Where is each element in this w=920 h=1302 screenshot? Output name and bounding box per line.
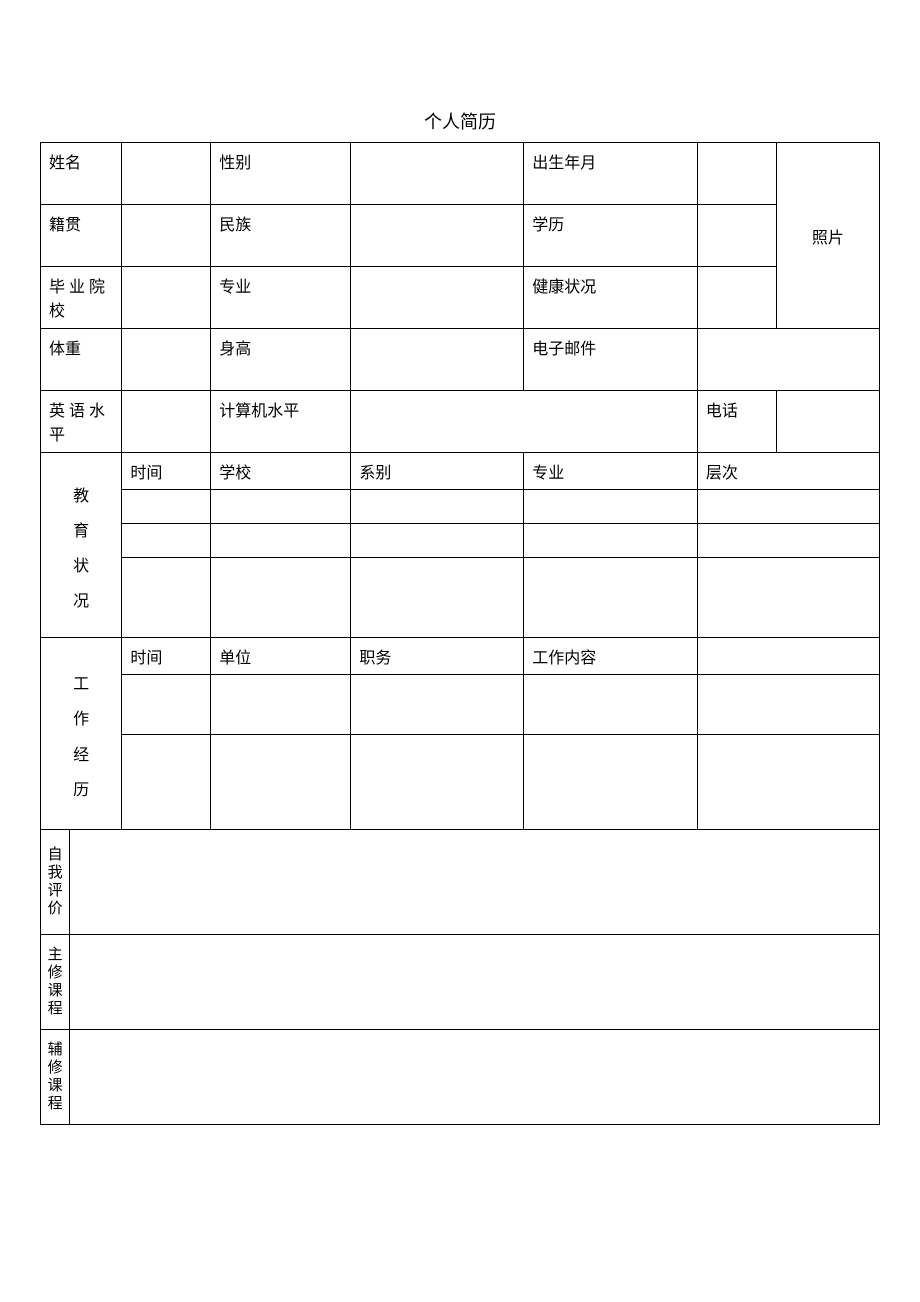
value-health (697, 267, 776, 329)
value-main-courses (70, 935, 880, 1030)
label-computer-level: 计算机水平 (211, 391, 351, 453)
value-self-eval (70, 830, 880, 935)
value-grad-school (122, 267, 211, 329)
work-header-blank (697, 638, 879, 675)
edu-row-1-department (351, 490, 524, 524)
edu-row-2-major (524, 524, 698, 558)
edu-header-time: 时间 (122, 453, 211, 490)
section-work-char3: 经 (73, 747, 89, 764)
label-weight: 体重 (41, 329, 122, 391)
work-row-1-position (351, 675, 524, 735)
section-education-char3: 状 (73, 558, 89, 575)
section-work-char4: 历 (73, 782, 89, 799)
main-courses-l1: 主修 (48, 947, 63, 981)
photo-cell: 照片 (776, 143, 879, 329)
edu-row-2-school (211, 524, 351, 558)
page-title: 个人简历 (40, 108, 880, 134)
section-work-char1: 工 (73, 676, 89, 693)
edu-row-1-major (524, 490, 698, 524)
main-courses-l2: 课程 (48, 983, 63, 1017)
label-native-place: 籍贯 (41, 205, 122, 267)
work-row-2-content (524, 735, 698, 830)
work-row-1-unit (211, 675, 351, 735)
edu-row-3-school (211, 558, 351, 638)
edu-header-school: 学校 (211, 453, 351, 490)
resume-table: 姓名 性别 出生年月 照片 籍贯 民族 学历 毕 业 院校 专业 健康状况 体重… (40, 142, 880, 1125)
work-row-2-blank (697, 735, 879, 830)
edu-row-3-time (122, 558, 211, 638)
label-grad-school: 毕 业 院校 (41, 267, 122, 329)
label-major: 专业 (211, 267, 351, 329)
label-english-level: 英 语 水平 (41, 391, 122, 453)
work-row-2-unit (211, 735, 351, 830)
value-height (351, 329, 524, 391)
value-computer-level (351, 391, 697, 453)
edu-row-2-level (697, 524, 879, 558)
label-ethnicity: 民族 (211, 205, 351, 267)
edu-row-2-time (122, 524, 211, 558)
label-birth: 出生年月 (524, 143, 698, 205)
section-education-char1: 教 (73, 488, 89, 505)
value-weight (122, 329, 211, 391)
edu-header-department: 系别 (351, 453, 524, 490)
edu-row-1-level (697, 490, 879, 524)
edu-row-3-department (351, 558, 524, 638)
work-header-time: 时间 (122, 638, 211, 675)
section-main-courses: 主修 课程 (41, 935, 70, 1030)
value-gender (351, 143, 524, 205)
edu-header-level: 层次 (697, 453, 879, 490)
value-major (351, 267, 524, 329)
work-row-1-time (122, 675, 211, 735)
value-name (122, 143, 211, 205)
label-gender: 性别 (211, 143, 351, 205)
edu-row-2-department (351, 524, 524, 558)
work-row-1-blank (697, 675, 879, 735)
label-phone: 电话 (697, 391, 776, 453)
value-minor-courses (70, 1030, 880, 1125)
label-education-level: 学历 (524, 205, 698, 267)
edu-row-1-time (122, 490, 211, 524)
self-eval-c1: 自 (48, 847, 63, 863)
edu-row-1-school (211, 490, 351, 524)
self-eval-c3: 评 (48, 883, 63, 899)
section-work: 工 作 经 历 (41, 638, 122, 830)
label-health: 健康状况 (524, 267, 698, 329)
edu-row-3-level (697, 558, 879, 638)
section-work-char2: 作 (73, 711, 89, 728)
work-row-2-position (351, 735, 524, 830)
self-eval-c2: 我 (48, 865, 63, 881)
edu-header-major: 专业 (524, 453, 698, 490)
value-native-place (122, 205, 211, 267)
work-header-position: 职务 (351, 638, 524, 675)
value-english-level (122, 391, 211, 453)
work-header-unit: 单位 (211, 638, 351, 675)
work-row-2-time (122, 735, 211, 830)
minor-courses-l1: 辅修 (48, 1042, 63, 1076)
work-header-content: 工作内容 (524, 638, 698, 675)
value-birth (697, 143, 776, 205)
label-height: 身高 (211, 329, 351, 391)
section-education: 教 育 状 况 (41, 453, 122, 638)
value-email (697, 329, 879, 391)
edu-row-3-major (524, 558, 698, 638)
work-row-1-content (524, 675, 698, 735)
value-phone (776, 391, 879, 453)
section-education-char4: 况 (73, 593, 89, 610)
section-minor-courses: 辅修 课程 (41, 1030, 70, 1125)
self-eval-c4: 价 (48, 901, 63, 917)
label-name: 姓名 (41, 143, 122, 205)
value-ethnicity (351, 205, 524, 267)
section-self-eval: 自 我 评 价 (41, 830, 70, 935)
minor-courses-l2: 课程 (48, 1078, 63, 1112)
label-email: 电子邮件 (524, 329, 698, 391)
section-education-char2: 育 (73, 523, 89, 540)
value-education-level (697, 205, 776, 267)
